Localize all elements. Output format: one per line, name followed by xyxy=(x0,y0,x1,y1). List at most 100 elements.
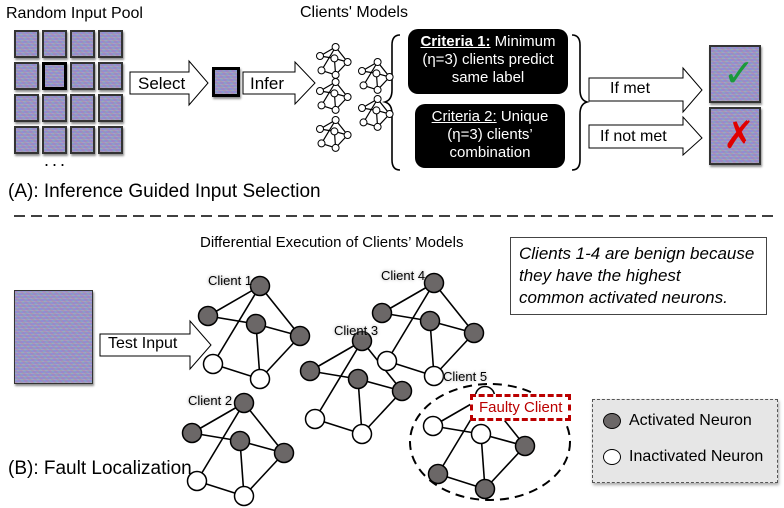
activated-neuron xyxy=(197,305,219,327)
mini-client-model-icon xyxy=(316,43,352,79)
inactivated-neuron xyxy=(317,66,326,75)
inactivated-neuron xyxy=(470,423,492,445)
activated-neuron-icon xyxy=(603,413,621,429)
inactivated-neuron xyxy=(304,408,326,430)
mini-client-model-icon xyxy=(316,116,352,152)
select-label: Select xyxy=(138,74,186,93)
inactivated-neuron xyxy=(359,118,368,127)
legend-activated: Activated Neuron xyxy=(603,412,752,430)
activated-neuron xyxy=(427,463,449,485)
legend-activated-label: Activated Neuron xyxy=(629,412,752,429)
activated-neuron xyxy=(371,302,393,324)
inactivated-neuron xyxy=(202,353,224,375)
inactivated-neuron xyxy=(331,78,340,86)
activated-neuron xyxy=(514,435,536,457)
activated-neuron xyxy=(474,478,496,500)
criteria-2-text: Unique xyxy=(496,108,549,125)
left-brace xyxy=(382,34,401,171)
inactivated-neuron xyxy=(343,93,352,101)
if-met-label: If met xyxy=(610,80,651,97)
inactivated-neuron xyxy=(317,101,326,110)
activated-neuron xyxy=(423,272,445,294)
note-line-2: they have the highest xyxy=(519,266,681,285)
inactivated-neuron xyxy=(330,127,339,136)
activated-neuron xyxy=(249,275,271,297)
client-mini-models xyxy=(316,43,394,152)
inactivated-neuron xyxy=(316,125,324,133)
inactivated-neuron xyxy=(358,104,366,112)
inactivated-neuron xyxy=(316,52,324,60)
clients-models-title: Clients' Models xyxy=(300,4,408,21)
inactivated-neuron xyxy=(233,485,255,507)
criteria-1-text: Minimum xyxy=(490,33,556,50)
legend-inactivated: Inactivated Neuron xyxy=(603,448,763,466)
selected-input-image xyxy=(212,67,240,97)
activated-neuron xyxy=(463,322,485,344)
criteria-1-text-2: (η=3) clients predict xyxy=(422,51,554,68)
inactivated-neuron xyxy=(423,365,445,387)
legend: Activated Neuron Inactivated Neuron xyxy=(592,399,778,483)
inactivated-neuron xyxy=(330,54,339,63)
inactivated-neuron xyxy=(372,69,381,78)
activated-neuron xyxy=(233,392,255,414)
client-network-2 xyxy=(181,392,295,507)
activated-neuron xyxy=(347,368,369,390)
infer-label: Infer xyxy=(250,74,285,93)
inactivated-neuron xyxy=(331,70,340,79)
test-input-image xyxy=(14,290,93,384)
if-not-met-label: If not met xyxy=(600,128,667,145)
inactivated-neuron xyxy=(330,89,339,98)
client-1-label: Client 1 xyxy=(208,273,253,288)
inactivated-neuron xyxy=(331,105,340,114)
inactivated-neuron xyxy=(358,67,366,75)
differential-execution-title: Differential Execution of Clients’ Model… xyxy=(200,234,464,251)
accepted-input-image: ✓ xyxy=(709,45,761,103)
inactivated-neuron xyxy=(359,81,368,90)
client-5-label: Client 5 xyxy=(443,369,488,384)
client-2-label: Client 2 xyxy=(188,393,233,408)
criteria-1-text-3: same label xyxy=(451,69,525,86)
inactivated-neuron xyxy=(373,95,382,103)
inactivated-neuron xyxy=(317,139,326,148)
inactivated-neuron xyxy=(373,122,382,131)
benign-explanation-note: Clients 1-4 are benign because they have… xyxy=(510,237,767,315)
activated-neuron xyxy=(181,422,203,444)
inactivated-neuron xyxy=(249,368,271,390)
client-network-1 xyxy=(197,275,311,390)
section-b-title: (B): Fault Localization xyxy=(8,458,192,479)
inactivated-neuron xyxy=(351,423,373,445)
inactivated-neuron xyxy=(331,43,340,51)
activated-neuron xyxy=(229,430,251,452)
mini-client-model-icon xyxy=(358,58,394,94)
inactivated-neuron xyxy=(331,116,340,124)
criteria-2-text-3: combination xyxy=(449,144,531,161)
legend-inactivated-label: Inactivated Neuron xyxy=(629,448,764,465)
activated-neuron xyxy=(273,442,295,464)
criteria-1-box: Criteria 1: Minimum (η=3) clients predic… xyxy=(408,29,568,94)
inactivated-neuron xyxy=(385,110,394,118)
rejected-input-image: ✗ xyxy=(709,107,761,165)
inactivated-neuron xyxy=(376,350,398,372)
criteria-2-box: Criteria 2: Unique (η=3) clients’ combin… xyxy=(415,104,565,168)
activated-neuron xyxy=(419,310,441,332)
note-line-1: Clients 1-4 are benign because xyxy=(519,244,755,263)
mini-client-model-icon xyxy=(316,78,352,114)
section-a-title: (A): Inference Guided Input Selection xyxy=(8,181,321,202)
client-networks xyxy=(181,272,536,507)
cross-icon: ✗ xyxy=(723,115,755,157)
client-4-label: Client 4 xyxy=(381,268,426,283)
inactivated-neuron xyxy=(373,58,382,66)
inactivated-neuron xyxy=(372,106,381,115)
right-brace xyxy=(571,34,590,171)
inactivated-neuron xyxy=(373,85,382,94)
criteria-2-text-2: (η=3) clients’ xyxy=(447,126,533,143)
inactivated-neuron xyxy=(343,131,352,139)
faulty-client-tag: Faulty Client xyxy=(470,394,572,421)
inactivated-neuron xyxy=(343,58,352,66)
activated-neuron xyxy=(299,360,321,382)
activated-neuron xyxy=(391,380,413,402)
activated-neuron xyxy=(245,313,267,335)
inactivated-neuron xyxy=(385,73,394,81)
note-line-3: common activated neurons. xyxy=(519,288,728,307)
inactivated-neuron-icon xyxy=(603,449,621,465)
